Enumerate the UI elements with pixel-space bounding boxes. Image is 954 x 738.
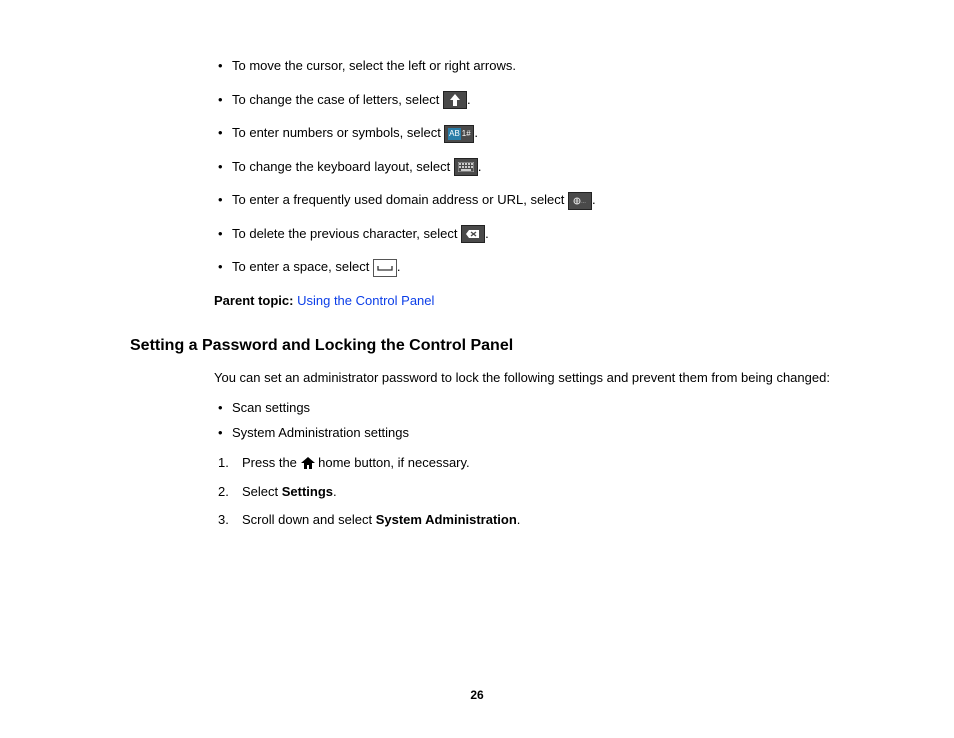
settings-bullet-list: Scan settings System Administration sett… <box>214 398 844 443</box>
numbers-symbols-icon: AB1# <box>444 125 474 143</box>
step-item: Select Settings. <box>214 482 844 502</box>
steps-list: Press the home button, if necessary. Sel… <box>214 453 844 530</box>
bullet-text-after: . <box>485 226 489 241</box>
section-intro: You can set an administrator password to… <box>214 368 844 388</box>
domain-url-icon: … <box>568 192 592 210</box>
bullet-item: Scan settings <box>214 398 844 418</box>
bullet-text-after: . <box>467 92 471 107</box>
step-bold: Settings <box>282 484 333 499</box>
keyboard-layout-icon <box>454 158 478 176</box>
svg-text:…: … <box>581 199 586 205</box>
home-icon <box>301 455 315 475</box>
parent-topic-label: Parent topic: <box>214 293 293 308</box>
bullet-text: To enter numbers or symbols, select <box>232 125 444 140</box>
step-item: Scroll down and select System Administra… <box>214 510 844 530</box>
bullet-item: To delete the previous character, select… <box>214 224 844 244</box>
step-text: Scroll down and select <box>242 512 376 527</box>
bullet-item: To enter numbers or symbols, select AB1#… <box>214 123 844 143</box>
bullet-text: To enter a space, select <box>232 259 373 274</box>
page-content: To move the cursor, select the left or r… <box>214 56 844 529</box>
bullet-text-after: . <box>474 125 478 140</box>
step-bold: System Administration <box>376 512 517 527</box>
parent-topic: Parent topic: Using the Control Panel <box>214 291 844 311</box>
shift-up-icon <box>443 91 467 109</box>
bullet-text-after: . <box>592 192 596 207</box>
space-icon <box>373 259 397 277</box>
bullet-item: System Administration settings <box>214 423 844 443</box>
bullet-item: To enter a space, select . <box>214 257 844 277</box>
bullet-text: To change the keyboard layout, select <box>232 159 454 174</box>
instruction-bullet-list: To move the cursor, select the left or r… <box>214 56 844 277</box>
bullet-item: To move the cursor, select the left or r… <box>214 56 844 76</box>
bullet-text-after: . <box>478 159 482 174</box>
step-text-after: . <box>517 512 521 527</box>
step-text: Press the <box>242 455 301 470</box>
step-text-after: home button, if necessary. <box>315 455 470 470</box>
bullet-text-after: . <box>397 259 401 274</box>
bullet-text: To move the cursor, select the left or r… <box>232 58 516 73</box>
step-item: Press the home button, if necessary. <box>214 453 844 475</box>
step-text-after: . <box>333 484 337 499</box>
page-number: 26 <box>0 686 954 704</box>
backspace-icon <box>461 225 485 243</box>
section-heading: Setting a Password and Locking the Contr… <box>130 334 844 358</box>
bullet-item: To change the keyboard layout, select . <box>214 157 844 177</box>
bullet-item: To change the case of letters, select . <box>214 90 844 110</box>
parent-topic-link[interactable]: Using the Control Panel <box>297 293 434 308</box>
bullet-text: To enter a frequently used domain addres… <box>232 192 568 207</box>
bullet-item: To enter a frequently used domain addres… <box>214 190 844 210</box>
bullet-text: To change the case of letters, select <box>232 92 443 107</box>
document-page: To move the cursor, select the left or r… <box>0 0 954 738</box>
step-text: Select <box>242 484 282 499</box>
bullet-text: To delete the previous character, select <box>232 226 461 241</box>
